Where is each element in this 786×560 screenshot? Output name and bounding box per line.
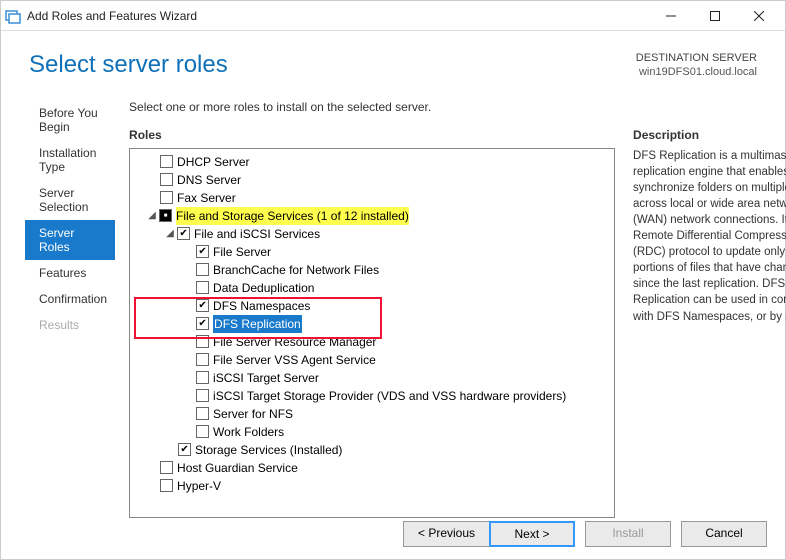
checkbox[interactable] <box>196 335 209 348</box>
role-file-server[interactable]: File Server <box>213 243 271 261</box>
role-storage-services[interactable]: Storage Services (Installed) <box>195 441 342 459</box>
instruction-text: Select one or more roles to install on t… <box>129 100 786 114</box>
collapse-icon[interactable]: ◢ <box>164 225 176 243</box>
next-button[interactable]: Next > <box>489 521 575 547</box>
checkbox[interactable] <box>196 353 209 366</box>
role-fax-server[interactable]: Fax Server <box>177 189 236 207</box>
cancel-button[interactable]: Cancel <box>681 521 767 547</box>
description-text: DFS Replication is a multimaster replica… <box>633 148 786 325</box>
description-column: Description DFS Replication is a multima… <box>633 128 786 518</box>
page-title: Select server roles <box>29 51 636 79</box>
checkbox-checked[interactable] <box>196 245 209 258</box>
checkbox[interactable] <box>160 155 173 168</box>
collapse-icon[interactable]: ◢ <box>146 207 158 225</box>
role-fsrm[interactable]: File Server Resource Manager <box>213 333 376 351</box>
minimize-button[interactable] <box>649 2 693 30</box>
checkbox[interactable] <box>196 389 209 402</box>
checkbox[interactable] <box>196 407 209 420</box>
step-server-roles[interactable]: Server Roles <box>25 220 115 260</box>
close-button[interactable] <box>737 2 781 30</box>
role-host-guardian[interactable]: Host Guardian Service <box>177 459 298 477</box>
checkbox[interactable] <box>160 191 173 204</box>
step-confirmation[interactable]: Confirmation <box>25 286 115 312</box>
role-iscsi-target-storage[interactable]: iSCSI Target Storage Provider (VDS and V… <box>213 387 566 405</box>
destination-label: DESTINATION SERVER <box>636 51 757 65</box>
checkbox-checked[interactable] <box>177 227 190 240</box>
roles-tree[interactable]: DHCP Server DNS Server Fax Server ◢File … <box>129 148 615 518</box>
header: Select server roles DESTINATION SERVER w… <box>1 31 785 88</box>
install-button: Install <box>585 521 671 547</box>
footer-buttons: < Previous Next > Install Cancel <box>403 521 767 547</box>
role-file-storage-services[interactable]: File and Storage Services (1 of 12 insta… <box>176 207 409 225</box>
role-vss-agent[interactable]: File Server VSS Agent Service <box>213 351 376 369</box>
roles-label: Roles <box>129 128 615 142</box>
checkbox-partial[interactable] <box>159 209 172 222</box>
step-server-selection[interactable]: Server Selection <box>25 180 115 220</box>
content: Before You Begin Installation Type Serve… <box>1 88 785 518</box>
checkbox[interactable] <box>160 173 173 186</box>
app-icon <box>5 8 21 24</box>
description-label: Description <box>633 128 786 142</box>
checkbox[interactable] <box>196 263 209 276</box>
destination-server-block: DESTINATION SERVER win19DFS01.cloud.loca… <box>636 51 757 80</box>
step-features[interactable]: Features <box>25 260 115 286</box>
role-dhcp-server[interactable]: DHCP Server <box>177 153 249 171</box>
step-installation-type[interactable]: Installation Type <box>25 140 115 180</box>
role-work-folders[interactable]: Work Folders <box>213 423 284 441</box>
role-dfs-namespaces[interactable]: DFS Namespaces <box>213 297 310 315</box>
window-title: Add Roles and Features Wizard <box>27 9 649 23</box>
role-hyper-v[interactable]: Hyper-V <box>177 477 221 495</box>
role-dfs-replication[interactable]: DFS Replication <box>213 315 302 333</box>
destination-server: win19DFS01.cloud.local <box>636 65 757 79</box>
checkbox[interactable] <box>196 371 209 384</box>
checkbox[interactable] <box>160 461 173 474</box>
step-before-you-begin[interactable]: Before You Begin <box>25 100 115 140</box>
role-dns-server[interactable]: DNS Server <box>177 171 241 189</box>
role-server-for-nfs[interactable]: Server for NFS <box>213 405 293 423</box>
role-data-dedup[interactable]: Data Deduplication <box>213 279 314 297</box>
titlebar: Add Roles and Features Wizard <box>1 1 785 31</box>
step-results: Results <box>25 312 115 338</box>
checkbox[interactable] <box>196 425 209 438</box>
role-iscsi-target-server[interactable]: iSCSI Target Server <box>213 369 319 387</box>
checkbox-checked[interactable] <box>196 299 209 312</box>
checkbox[interactable] <box>160 479 173 492</box>
checkbox[interactable] <box>196 281 209 294</box>
checkbox-checked[interactable] <box>196 317 209 330</box>
maximize-button[interactable] <box>693 2 737 30</box>
role-branchcache[interactable]: BranchCache for Network Files <box>213 261 379 279</box>
previous-button[interactable]: < Previous <box>403 521 489 547</box>
main-panel: Select one or more roles to install on t… <box>115 88 786 518</box>
checkbox-checked[interactable] <box>178 443 191 456</box>
wizard-steps: Before You Begin Installation Type Serve… <box>25 88 115 518</box>
role-file-iscsi-services[interactable]: File and iSCSI Services <box>194 225 320 243</box>
roles-column: Roles DHCP Server DNS Server Fax Server … <box>129 128 615 518</box>
